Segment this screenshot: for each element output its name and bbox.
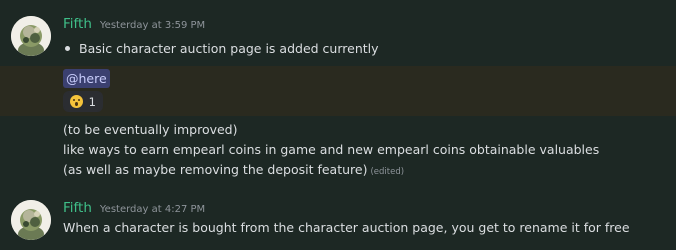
timestamp[interactable]: Yesterday at 3:59 PM [100, 20, 205, 31]
avatar-image [11, 200, 51, 240]
bullet-item: Basic character auction page is added cu… [63, 40, 379, 58]
bullet-text: Basic character auction page is added cu… [79, 41, 379, 56]
reaction-button[interactable]: 1 [63, 91, 103, 112]
message-line-3: (as well as maybe removing the deposit f… [63, 161, 404, 181]
timestamp[interactable]: Yesterday at 4:27 PM [100, 204, 205, 215]
astonished-face-icon [70, 95, 83, 108]
avatar[interactable] [11, 16, 51, 56]
message-2: Fifth Yesterday at 4:27 PM When a charac… [0, 190, 676, 250]
message-header: Fifth Yesterday at 4:27 PM [63, 200, 205, 220]
message-header: Fifth Yesterday at 3:59 PM [63, 16, 205, 36]
here-mention[interactable]: @here [63, 69, 110, 88]
edited-label: (edited) [370, 167, 405, 177]
bullet-point [65, 46, 70, 51]
message-line-3-text: (as well as maybe removing the deposit f… [63, 162, 368, 177]
avatar[interactable] [11, 200, 51, 240]
reaction-count: 1 [88, 94, 96, 109]
message-line-1: When a character is bought from the char… [63, 220, 630, 235]
username[interactable]: Fifth [63, 200, 92, 216]
username[interactable]: Fifth [63, 16, 92, 32]
message-line-1: (to be eventually improved) [63, 122, 238, 137]
avatar-image [11, 16, 51, 56]
message-line-2: like ways to earn empearl coins in game … [63, 142, 600, 157]
